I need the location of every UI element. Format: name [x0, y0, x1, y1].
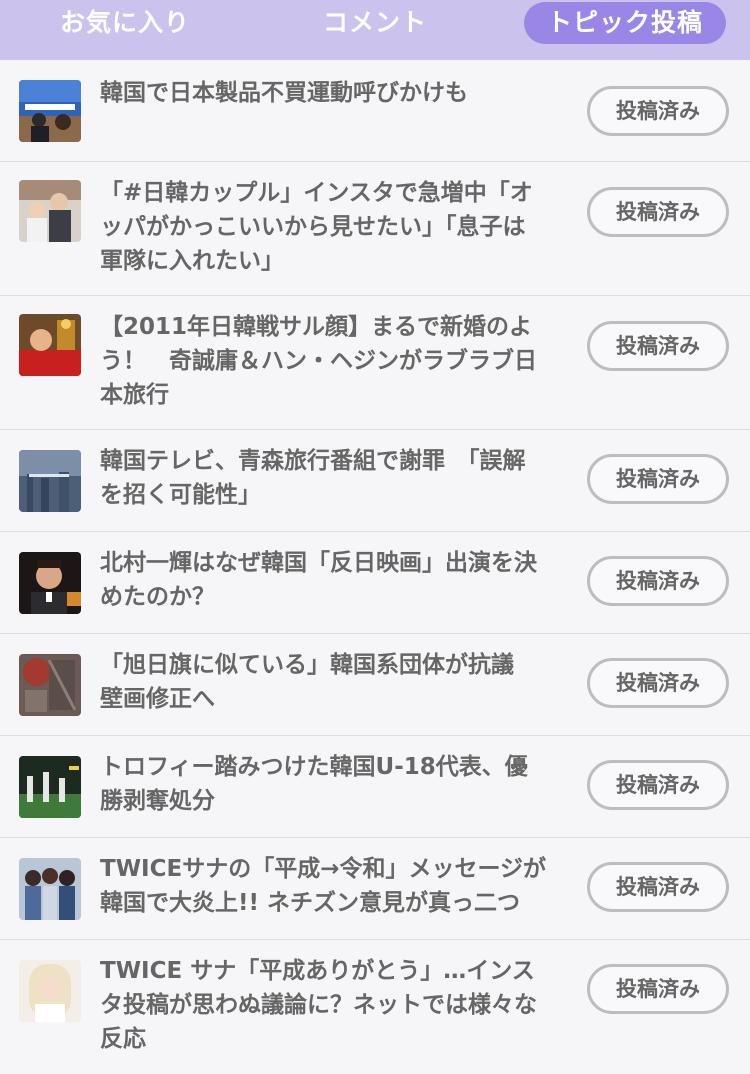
thumbnail-image — [19, 654, 81, 716]
thumbnail-image — [19, 80, 81, 142]
posted-button[interactable]: 投稿済み — [587, 862, 729, 912]
item-title[interactable]: 「旭日旗に似ている」韓国系団体が抗議 壁画修正へ — [100, 648, 562, 716]
posted-button[interactable]: 投稿済み — [587, 454, 729, 504]
tab-topic-posts[interactable]: トピック投稿 — [524, 2, 726, 44]
tab-favorites[interactable]: お気に入り — [40, 2, 210, 44]
list-item[interactable]: 「#日韓カップル」インスタで急増中「オ ッパがかっこいいから見せたい」「息子は … — [0, 162, 750, 296]
item-title[interactable]: TWICE サナ「平成ありがとう」…インス タ投稿が思わぬ議論に？ネットでは様々… — [100, 954, 562, 1056]
list-item[interactable]: トロフィー踏みつけた韓国U-18代表、優 勝剥奪処分 投稿済み — [0, 736, 750, 838]
thumbnail-image — [19, 180, 81, 242]
item-title[interactable]: 韓国テレビ、青森旅行番組で謝罪 「誤解 を招く可能性」 — [100, 444, 562, 512]
item-title[interactable]: TWICEサナの「平成→令和」メッセージが 韓国で大炎上!! ネチズン意見が真っ… — [100, 852, 562, 920]
thumbnail-image — [19, 552, 81, 614]
tab-bar: お気に入り コメント トピック投稿 — [0, 0, 750, 60]
item-title[interactable]: 北村一輝はなぜ韓国「反日映画」出演を決 めたのか？ — [100, 546, 562, 614]
posted-button[interactable]: 投稿済み — [587, 187, 729, 237]
posted-button[interactable]: 投稿済み — [587, 658, 729, 708]
item-title[interactable]: 【2011年日韓戦サル顔】まるで新婚のよ う！ 奇誠庸＆ハン・ヘジンがラブラブ日… — [100, 310, 562, 412]
list-item[interactable]: 韓国テレビ、青森旅行番組で謝罪 「誤解 を招く可能性」 投稿済み — [0, 430, 750, 532]
thumbnail-image — [19, 858, 81, 920]
item-title[interactable]: 韓国で日本製品不買運動呼びかけも — [100, 76, 562, 110]
list-item[interactable]: 北村一輝はなぜ韓国「反日映画」出演を決 めたのか？ 投稿済み — [0, 532, 750, 634]
thumbnail-image — [19, 960, 81, 1022]
posted-button[interactable]: 投稿済み — [587, 86, 729, 136]
list-item[interactable]: 「旭日旗に似ている」韓国系団体が抗議 壁画修正へ 投稿済み — [0, 634, 750, 736]
item-title[interactable]: トロフィー踏みつけた韓国U-18代表、優 勝剥奪処分 — [100, 750, 562, 818]
list-item[interactable]: 【2011年日韓戦サル顔】まるで新婚のよ う！ 奇誠庸＆ハン・ヘジンがラブラブ日… — [0, 296, 750, 430]
posted-button[interactable]: 投稿済み — [587, 321, 729, 371]
list-item[interactable]: 韓国で日本製品不買運動呼びかけも 投稿済み — [0, 60, 750, 162]
thumbnail-image — [19, 450, 81, 512]
posted-button[interactable]: 投稿済み — [587, 760, 729, 810]
posted-button[interactable]: 投稿済み — [587, 964, 729, 1014]
list-item[interactable]: TWICEサナの「平成→令和」メッセージが 韓国で大炎上!! ネチズン意見が真っ… — [0, 838, 750, 940]
thumbnail-image — [19, 756, 81, 818]
thumbnail-image — [19, 314, 81, 376]
tab-comments[interactable]: コメント — [290, 2, 460, 44]
posted-button[interactable]: 投稿済み — [587, 556, 729, 606]
item-title[interactable]: 「#日韓カップル」インスタで急増中「オ ッパがかっこいいから見せたい」「息子は … — [100, 176, 562, 278]
